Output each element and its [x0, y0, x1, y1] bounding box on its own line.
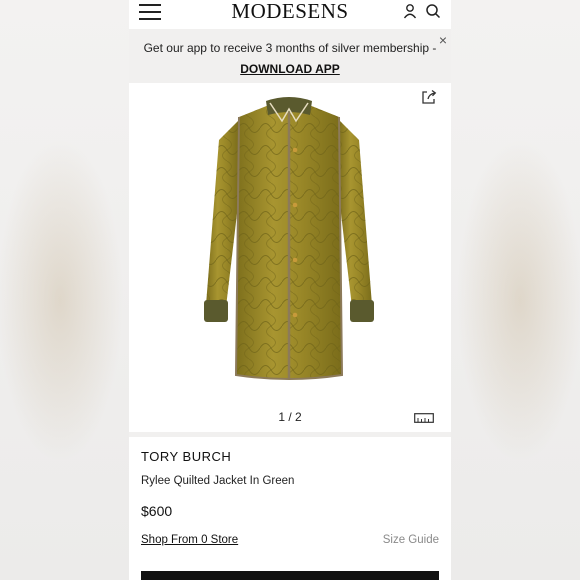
- user-icon[interactable]: [402, 3, 418, 19]
- add-to-bag-button[interactable]: [141, 571, 439, 580]
- product-name: Rylee Quilted Jacket In Green: [141, 475, 295, 487]
- product-image-gallery[interactable]: 1 / 2: [129, 83, 451, 433]
- product-price: $600: [141, 503, 173, 519]
- top-header: MODESENS: [129, 0, 451, 28]
- product-brand[interactable]: TORY BURCH: [141, 449, 231, 464]
- product-image: [204, 97, 374, 380]
- shop-from-store-link[interactable]: Shop From 0 Store: [141, 534, 238, 546]
- download-app-link-wrapper: DOWNLOAD APP: [129, 62, 451, 76]
- mobile-page: MODESENS Get our app to receive 3 months…: [129, 0, 451, 580]
- close-icon[interactable]: ×: [439, 33, 447, 47]
- ruler-icon[interactable]: [414, 413, 434, 423]
- section-divider: [129, 432, 451, 437]
- share-icon[interactable]: [421, 89, 437, 105]
- app-promo-banner: Get our app to receive 3 months of silve…: [129, 29, 451, 83]
- banner-text: Get our app to receive 3 months of silve…: [143, 41, 437, 55]
- size-guide-link[interactable]: Size Guide: [383, 534, 439, 546]
- download-app-link[interactable]: DOWNLOAD APP: [240, 62, 340, 76]
- search-icon[interactable]: [425, 3, 441, 19]
- image-counter: 1 / 2: [278, 410, 302, 424]
